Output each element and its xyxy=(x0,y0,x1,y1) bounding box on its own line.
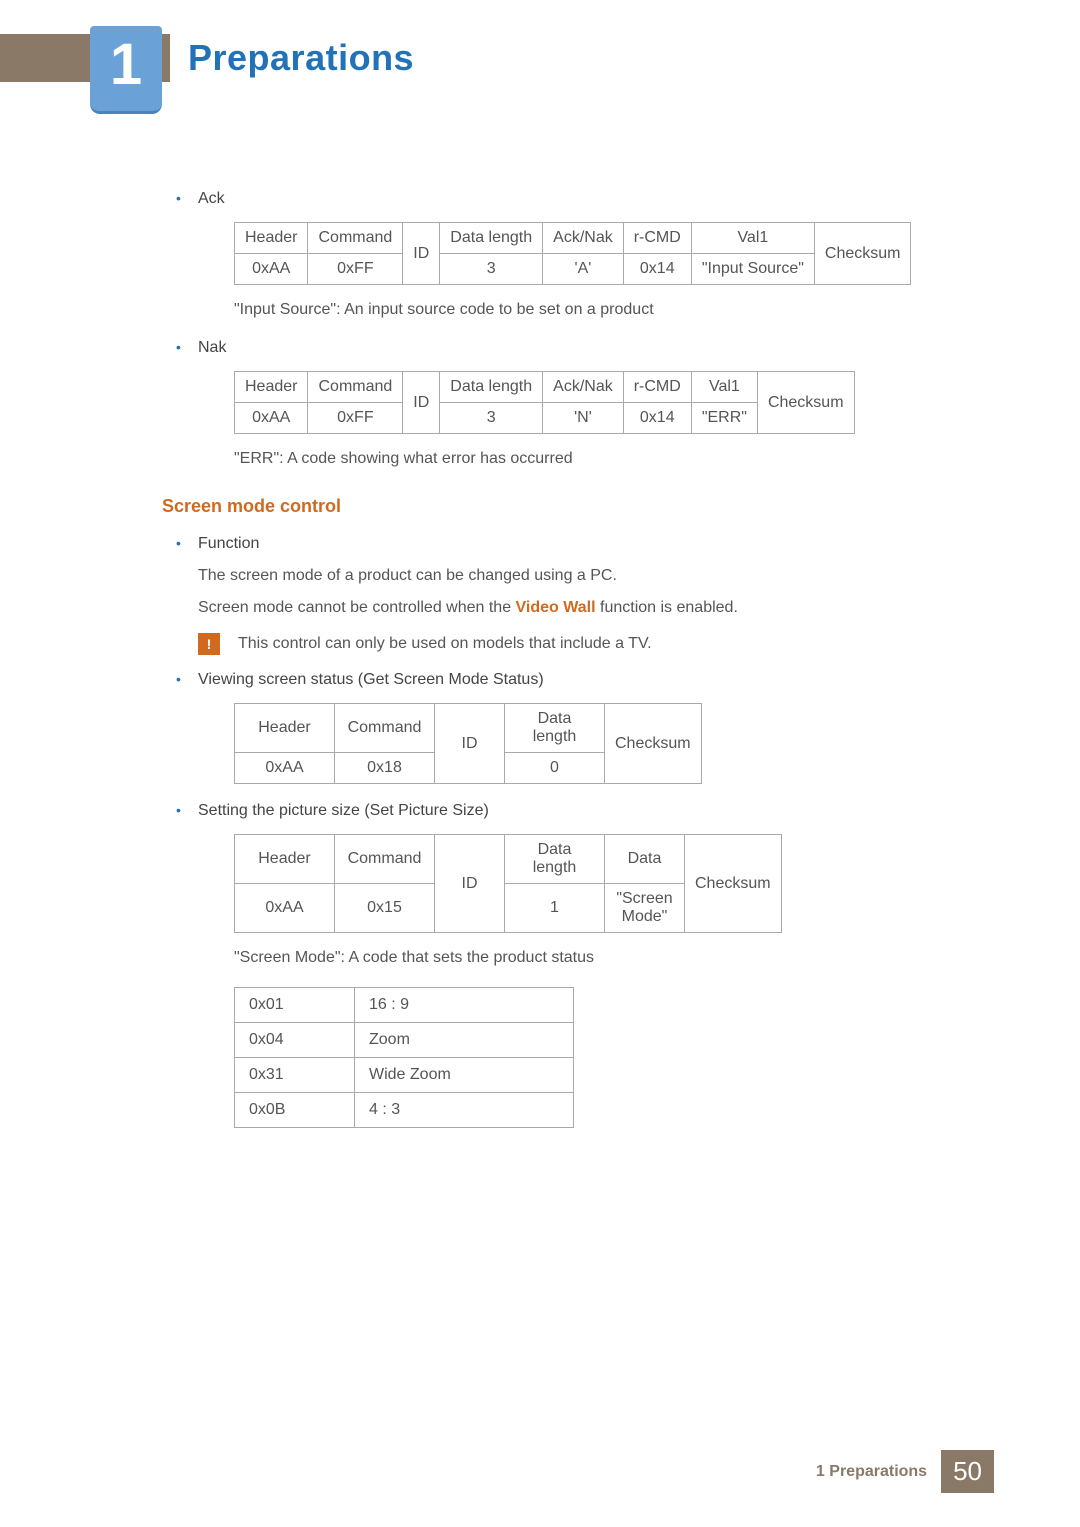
function-item: Function The screen mode of a product ca… xyxy=(162,535,942,655)
header-cell: Data xyxy=(605,835,685,884)
value-cell: 0xFF xyxy=(308,254,403,285)
header-cell: r-CMD xyxy=(623,372,691,403)
function-line2a: Screen mode cannot be controlled when th… xyxy=(198,599,516,616)
table-row: Header Command ID Data length Data Check… xyxy=(235,835,782,884)
page-content: Ack Header Command ID Data length Ack/Na… xyxy=(162,190,942,1134)
value-cell: "Screen Mode" xyxy=(605,884,685,933)
table-row: 0x04 Zoom xyxy=(235,1023,574,1058)
value-cell: 0xFF xyxy=(308,403,403,434)
header-cell: Header xyxy=(235,223,308,254)
header-cell: ID xyxy=(403,223,440,285)
ack-note: "Input Source": An input source code to … xyxy=(234,301,942,319)
header-cell: Val1 xyxy=(691,223,814,254)
header-cell: Data length xyxy=(440,372,543,403)
header-cell: Header xyxy=(235,704,335,753)
header-cell: Ack/Nak xyxy=(543,223,624,254)
nak-item: Nak Header Command ID Data length Ack/Na… xyxy=(162,339,942,468)
function-line1: The screen mode of a product can be chan… xyxy=(198,567,942,585)
mode-code: 0x31 xyxy=(235,1058,355,1093)
header-cell: Val1 xyxy=(691,372,757,403)
header-cell: Command xyxy=(335,835,435,884)
value-cell: 0x14 xyxy=(623,403,691,434)
mode-code: 0x04 xyxy=(235,1023,355,1058)
mode-code: 0x0B xyxy=(235,1093,355,1128)
header-cell: Checksum xyxy=(605,704,702,784)
value-cell: "ERR" xyxy=(691,403,757,434)
chapter-title: Preparations xyxy=(170,34,1080,82)
mode-label: Wide Zoom xyxy=(355,1058,574,1093)
get-table: Header Command ID Data length Checksum 0… xyxy=(234,703,702,784)
set-note: "Screen Mode": A code that sets the prod… xyxy=(234,949,942,967)
value-cell: 3 xyxy=(440,254,543,285)
section-title: Screen mode control xyxy=(162,496,942,517)
table-row: Header Command ID Data length Checksum xyxy=(235,704,702,753)
viewing-label: Viewing screen status (Get Screen Mode S… xyxy=(198,671,544,688)
table-row: 0xAA 0xFF 3 'A' 0x14 "Input Source" xyxy=(235,254,911,285)
nak-note: "ERR": A code showing what error has occ… xyxy=(234,450,942,468)
table-row: 0x31 Wide Zoom xyxy=(235,1058,574,1093)
header-cell: Command xyxy=(308,372,403,403)
setting-label: Setting the picture size (Set Picture Si… xyxy=(198,802,489,819)
viewing-item: Viewing screen status (Get Screen Mode S… xyxy=(162,671,942,784)
setting-item: Setting the picture size (Set Picture Si… xyxy=(162,802,942,1128)
header-cell: Checksum xyxy=(685,835,782,933)
header-cell: Checksum xyxy=(757,372,854,434)
video-wall-highlight: Video Wall xyxy=(516,599,596,616)
value-cell: 0x15 xyxy=(335,884,435,933)
value-cell: 'A' xyxy=(543,254,624,285)
value-cell: 1 xyxy=(505,884,605,933)
value-cell: 0xAA xyxy=(235,254,308,285)
mode-label: 16 : 9 xyxy=(355,988,574,1023)
header-cell: Command xyxy=(335,704,435,753)
value-cell: 0xAA xyxy=(235,753,335,784)
nak-table: Header Command ID Data length Ack/Nak r-… xyxy=(234,371,855,434)
warning-icon: ! xyxy=(198,633,220,655)
value-cell: 0xAA xyxy=(235,884,335,933)
value-cell: 'N' xyxy=(543,403,624,434)
ack-table: Header Command ID Data length Ack/Nak r-… xyxy=(234,222,911,285)
header-cell: ID xyxy=(435,835,505,933)
mode-label: Zoom xyxy=(355,1023,574,1058)
function-line2: Screen mode cannot be controlled when th… xyxy=(198,599,942,617)
value-cell: "Input Source" xyxy=(691,254,814,285)
table-row: Header Command ID Data length Ack/Nak r-… xyxy=(235,372,855,403)
chapter-number-badge: 1 xyxy=(90,26,162,114)
header-cell: Header xyxy=(235,372,308,403)
header-cell: Checksum xyxy=(814,223,911,285)
function-label: Function xyxy=(198,535,259,552)
value-cell: 0x14 xyxy=(623,254,691,285)
header-cell: Data length xyxy=(440,223,543,254)
function-line2c: function is enabled. xyxy=(596,599,738,616)
page-footer: 1 Preparations 50 xyxy=(816,1450,994,1493)
ack-label: Ack xyxy=(198,190,225,207)
header-cell: Data length xyxy=(505,704,605,753)
header-cell: Header xyxy=(235,835,335,884)
header-cell: Data length xyxy=(505,835,605,884)
header-cell: ID xyxy=(403,372,440,434)
value-cell: 0xAA xyxy=(235,403,308,434)
set-table: Header Command ID Data length Data Check… xyxy=(234,834,782,933)
header-cell: Command xyxy=(308,223,403,254)
value-cell: 3 xyxy=(440,403,543,434)
nak-label: Nak xyxy=(198,339,226,356)
value-cell: 0x18 xyxy=(335,753,435,784)
modes-table: 0x01 16 : 9 0x04 Zoom 0x31 Wide Zoom 0x0… xyxy=(234,987,574,1128)
ack-item: Ack Header Command ID Data length Ack/Na… xyxy=(162,190,942,319)
info-callout: ! This control can only be used on model… xyxy=(198,633,942,655)
mode-code: 0x01 xyxy=(235,988,355,1023)
header-cell: r-CMD xyxy=(623,223,691,254)
table-row: Header Command ID Data length Ack/Nak r-… xyxy=(235,223,911,254)
table-row: 0x01 16 : 9 xyxy=(235,988,574,1023)
footer-label: 1 Preparations xyxy=(816,1463,927,1481)
header-cell: Ack/Nak xyxy=(543,372,624,403)
value-cell: 0 xyxy=(505,753,605,784)
info-text: This control can only be used on models … xyxy=(238,633,652,653)
header-cell: ID xyxy=(435,704,505,784)
footer-page-number: 50 xyxy=(941,1450,994,1493)
mode-label: 4 : 3 xyxy=(355,1093,574,1128)
table-row: 0x0B 4 : 3 xyxy=(235,1093,574,1128)
